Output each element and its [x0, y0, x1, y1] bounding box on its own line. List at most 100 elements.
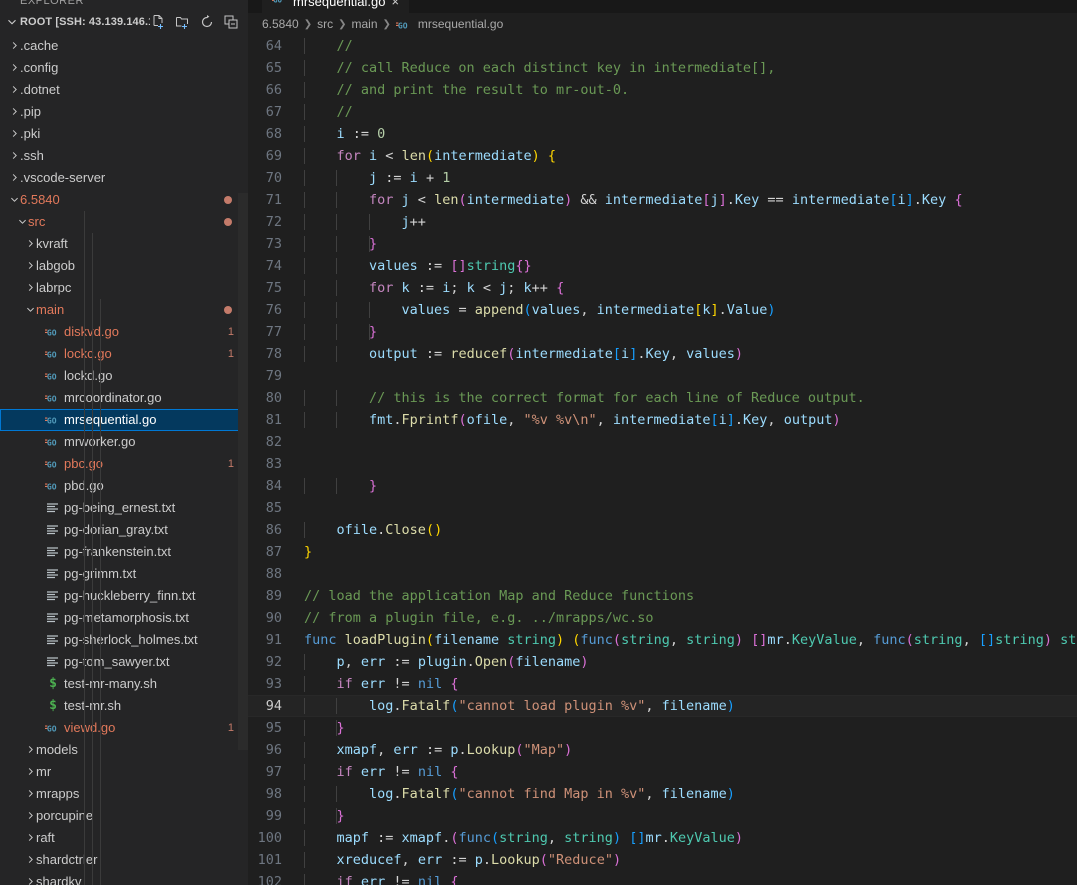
chevron-right-icon[interactable] — [24, 876, 36, 885]
tree-item--vscode-server[interactable]: .vscode-server — [0, 167, 248, 189]
file-tree[interactable]: .cache .config .dotnet .pip .pki .ssh .vscode-… — [0, 35, 248, 885]
chevron-right-icon[interactable] — [24, 810, 36, 821]
tree-item-pg-frankenstein-txt[interactable]: pg-frankenstein.txt — [0, 541, 248, 563]
chevron-right-icon[interactable] — [8, 40, 20, 51]
sidebar-scrollbar[interactable] — [238, 193, 248, 750]
new-folder-icon[interactable] — [174, 13, 192, 31]
chevron-right-icon[interactable] — [8, 84, 20, 95]
tree-item-pg-sherlock-holmes-txt[interactable]: pg-sherlock_holmes.txt — [0, 629, 248, 651]
chevron-right-icon[interactable] — [24, 832, 36, 843]
tree-item-mr[interactable]: mr — [0, 761, 248, 783]
tree-item-mrcoordinator-go[interactable]: GO mrcoordinator.go — [0, 387, 248, 409]
code-line[interactable]: 91 func loadPlugin(filename string) (func… — [248, 629, 1077, 651]
chevron-right-icon[interactable] — [8, 128, 20, 139]
tree-item-pg-tom-sawyer-txt[interactable]: pg-tom_sawyer.txt — [0, 651, 248, 673]
code-line[interactable]: 74 values := []string{} — [248, 255, 1077, 277]
chevron-down-icon[interactable] — [8, 194, 20, 205]
code-line[interactable]: 89 // load the application Map and Reduce… — [248, 585, 1077, 607]
chevron-right-icon[interactable] — [8, 150, 20, 161]
code-line[interactable]: 71 for j < len(intermediate) && intermed… — [248, 189, 1077, 211]
tree-item--ssh[interactable]: .ssh — [0, 145, 248, 167]
tree-item--pip[interactable]: .pip — [0, 101, 248, 123]
code-line[interactable]: 68 i := 0 — [248, 123, 1077, 145]
code-line[interactable]: 75 for k := i; k < j; k++ { — [248, 277, 1077, 299]
breadcrumb[interactable]: 6.5840 ❯ src ❯ main ❯ GO mrsequential.go — [248, 13, 1077, 35]
code-line[interactable]: 67 // — [248, 101, 1077, 123]
chevron-right-icon[interactable] — [8, 62, 20, 73]
code-line[interactable]: 64 // — [248, 35, 1077, 57]
code-line[interactable]: 96 xmapf, err := p.Lookup("Map") — [248, 739, 1077, 761]
chevron-right-icon[interactable] — [24, 766, 36, 777]
code-line[interactable]: 72 j++ — [248, 211, 1077, 233]
code-line[interactable]: 73 } — [248, 233, 1077, 255]
chevron-down-icon[interactable] — [24, 304, 36, 315]
tree-item--dotnet[interactable]: .dotnet — [0, 79, 248, 101]
tree-item-pg-dorian-gray-txt[interactable]: pg-dorian_gray.txt — [0, 519, 248, 541]
tree-item-mrworker-go[interactable]: GO mrworker.go — [0, 431, 248, 453]
tree-item-src[interactable]: src — [0, 211, 248, 233]
tree-item-mrsequential-go[interactable]: GO mrsequential.go — [0, 408, 248, 431]
chevron-right-icon[interactable] — [8, 106, 20, 117]
code-line[interactable]: 85 — [248, 497, 1077, 519]
breadcrumb-item-mrsequential-go[interactable]: mrsequential.go — [418, 17, 503, 31]
chevron-down-icon[interactable] — [16, 216, 28, 227]
tree-item-pg-being-ernest-txt[interactable]: pg-being_ernest.txt — [0, 497, 248, 519]
tree-item-pbc-go[interactable]: GOpbc.go1 — [0, 453, 248, 475]
tree-item-mrapps[interactable]: mrapps — [0, 783, 248, 805]
chevron-right-icon[interactable] — [24, 238, 36, 249]
code-line[interactable]: 98 log.Fatalf("cannot find Map in %v", f… — [248, 783, 1077, 805]
breadcrumb-item-src[interactable]: src — [317, 17, 333, 31]
code-line[interactable]: 102 if err != nil { — [248, 871, 1077, 885]
tab-mrsequential-go[interactable]: GO mrsequential.go × — [262, 0, 410, 13]
code-line[interactable]: 92 p, err := plugin.Open(filename) — [248, 651, 1077, 673]
code-line[interactable]: 87} — [248, 541, 1077, 563]
code-line[interactable]: 79 — [248, 365, 1077, 387]
code-line[interactable]: 66 // and print the result to mr-out-0. — [248, 79, 1077, 101]
breadcrumb-item-main[interactable]: main — [351, 17, 377, 31]
code-line[interactable]: 86 ofile.Close() — [248, 519, 1077, 541]
code-line[interactable]: 93 if err != nil { — [248, 673, 1077, 695]
tree-item--pki[interactable]: .pki — [0, 123, 248, 145]
code-line[interactable]: 100 mapf := xmapf.(func(string, string) … — [248, 827, 1077, 849]
code-line[interactable]: 76 values = append(values, intermediate[… — [248, 299, 1077, 321]
tree-item-pg-metamorphosis-txt[interactable]: pg-metamorphosis.txt — [0, 607, 248, 629]
code-line[interactable]: 101 xreducef, err := p.Lookup("Reduce") — [248, 849, 1077, 871]
tree-item-shardctrler[interactable]: shardctrler — [0, 849, 248, 871]
code-line[interactable]: 90 // from a plugin file, e.g. ../mrapps/… — [248, 607, 1077, 629]
chevron-right-icon[interactable] — [24, 260, 36, 271]
tree-item-pg-huckleberry-finn-txt[interactable]: pg-huckleberry_finn.txt — [0, 585, 248, 607]
tree-item-pbd-go[interactable]: GO pbd.go — [0, 475, 248, 497]
code-line[interactable]: 80 // this is the correct format for eac… — [248, 387, 1077, 409]
code-line[interactable]: 97 if err != nil { — [248, 761, 1077, 783]
tree-item-lockd-go[interactable]: GO lockd.go — [0, 365, 248, 387]
tree-item-main[interactable]: main — [0, 299, 248, 321]
tree-item-test-mr-sh[interactable]: $ test-mr.sh — [0, 695, 248, 717]
explorer-root-row[interactable]: ROOT [SSH: 43.139.146.1... — [0, 9, 248, 35]
code-line[interactable]: 84 } — [248, 475, 1077, 497]
chevron-right-icon[interactable] — [24, 744, 36, 755]
chevron-right-icon[interactable] — [24, 854, 36, 865]
tree-item-diskvd-go[interactable]: GOdiskvd.go1 — [0, 321, 248, 343]
tree-item-labgob[interactable]: labgob — [0, 255, 248, 277]
code-editor[interactable]: 64 //65 // call Reduce on each distinct … — [248, 35, 1077, 885]
code-line[interactable]: 83 — [248, 453, 1077, 475]
tree-item-lockc-go[interactable]: GO lockc.go 1 — [0, 343, 248, 365]
tree-item-models[interactable]: models — [0, 739, 248, 761]
code-line[interactable]: 81 fmt.Fprintf(ofile, "%v %v\n", interme… — [248, 409, 1077, 431]
code-line[interactable]: 69 for i < len(intermediate) { — [248, 145, 1077, 167]
tree-item--config[interactable]: .config — [0, 57, 248, 79]
code-line[interactable]: 77 } — [248, 321, 1077, 343]
tree-item--cache[interactable]: .cache — [0, 35, 248, 57]
tree-item-test-mr-many-sh[interactable]: $ test-mr-many.sh — [0, 673, 248, 695]
code-line[interactable]: 99 } — [248, 805, 1077, 827]
code-line[interactable]: 95 } — [248, 717, 1077, 739]
tree-item-kvraft[interactable]: kvraft — [0, 233, 248, 255]
tree-item-viewd-go[interactable]: GO viewd.go 1 — [0, 717, 248, 739]
tree-item-raft[interactable]: raft — [0, 827, 248, 849]
refresh-icon[interactable] — [198, 13, 216, 31]
new-file-icon[interactable] — [150, 13, 168, 31]
code-line[interactable]: 94 log.Fatalf("cannot load plugin %v", f… — [248, 695, 1077, 717]
code-line[interactable]: 70 j := i + 1 — [248, 167, 1077, 189]
tree-item-porcupine[interactable]: porcupine — [0, 805, 248, 827]
code-line[interactable]: 65 // call Reduce on each distinct key i… — [248, 57, 1077, 79]
